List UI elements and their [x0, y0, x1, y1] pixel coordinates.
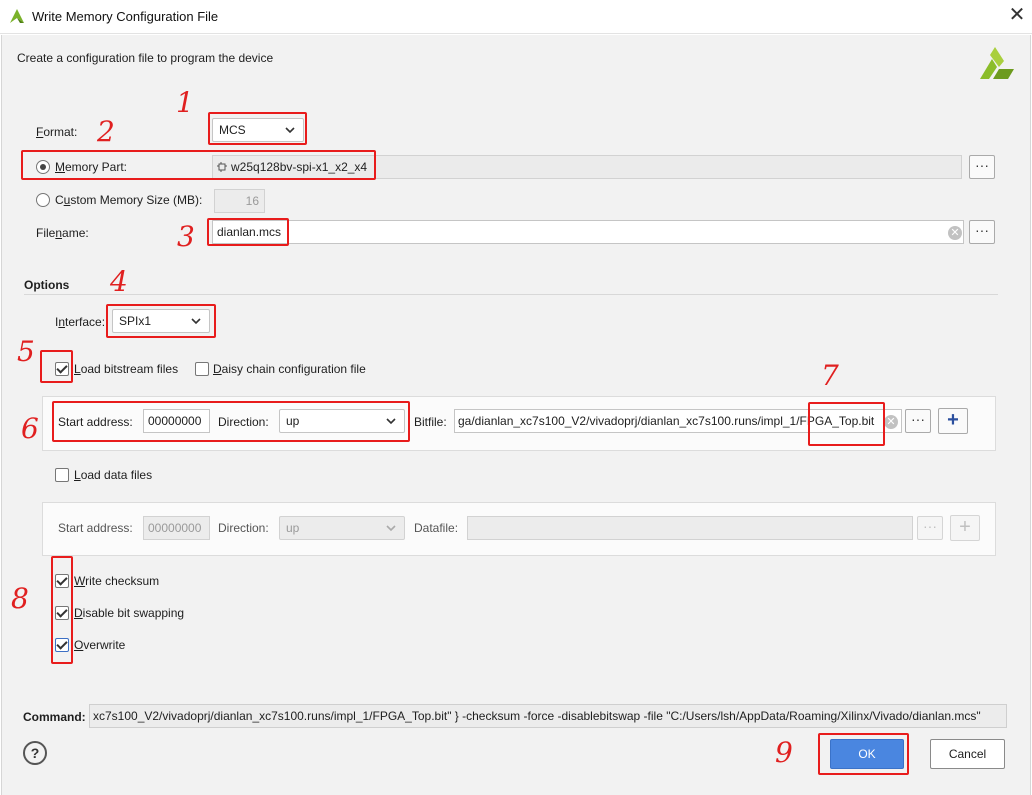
command-label: Command: [23, 710, 86, 724]
options-heading: Options [24, 278, 70, 292]
daisy-chain-checkbox[interactable] [195, 362, 209, 376]
load-data-label: Load data files [74, 468, 153, 482]
annotation-number-2: 2 [97, 115, 115, 148]
dialog-description: Create a configuration file to program t… [17, 51, 274, 65]
interface-label: Interface: [55, 315, 106, 329]
datafile-browse-button[interactable]: ··· [917, 516, 943, 540]
clear-filename-icon[interactable]: ✕ [948, 226, 962, 240]
annotation-number-6: 6 [21, 412, 39, 445]
annotation-number-1: 1 [176, 86, 194, 119]
window-close-button[interactable]: ✕ [1006, 4, 1028, 26]
bitfile-browse-button[interactable]: ··· [905, 409, 931, 433]
annotation-box-1 [208, 112, 307, 145]
annotation-box-2 [21, 150, 376, 180]
annotation-box-9 [818, 733, 909, 775]
data-direction-select[interactable]: up [279, 516, 405, 540]
memory-part-browse-button[interactable]: ··· [969, 155, 995, 179]
filename-browse-button[interactable]: ··· [969, 220, 995, 244]
annotation-number-9: 9 [775, 736, 793, 769]
data-direction-value: up [286, 521, 300, 535]
data-direction-label: Direction: [218, 521, 269, 535]
custom-memory-label: Custom Memory Size (MB): [55, 193, 203, 207]
bitfile-label: Bitfile: [414, 415, 447, 429]
annotation-box-5 [40, 350, 73, 383]
help-button[interactable]: ? [23, 741, 47, 765]
annotation-number-5: 5 [17, 335, 35, 368]
command-value: xc7s100_V2/vivadoprj/dianlan_xc7s100.run… [93, 709, 981, 723]
annotation-number-7: 7 [821, 359, 839, 392]
datafile-input[interactable] [467, 516, 913, 540]
overwrite-label: Overwrite [74, 638, 126, 652]
annotation-box-8 [51, 556, 73, 664]
annotation-number-8: 8 [11, 582, 29, 615]
title-bar: Write Memory Configuration File ✕ [0, 0, 1032, 34]
format-label: Format: [36, 125, 78, 139]
add-datafile-button[interactable]: + [950, 515, 980, 541]
annotation-number-3: 3 [177, 220, 195, 253]
add-bitfile-button[interactable]: + [938, 408, 968, 434]
window-title: Write Memory Configuration File [32, 9, 219, 24]
load-data-checkbox[interactable] [55, 468, 69, 482]
cancel-button[interactable]: Cancel [930, 739, 1005, 769]
chevron-down-icon [386, 525, 396, 532]
options-divider [24, 294, 998, 295]
custom-memory-radio[interactable] [36, 193, 50, 207]
annotation-box-3 [207, 218, 289, 246]
command-field: xc7s100_V2/vivadoprj/dianlan_xc7s100.run… [89, 704, 1007, 728]
filename-label: Filename: [36, 226, 89, 240]
datafile-label: Datafile: [414, 521, 459, 535]
disable-bit-swapping-label: Disable bit swapping [74, 606, 185, 620]
data-start-address-input[interactable]: 00000000 [143, 516, 210, 540]
filename-input[interactable]: dianlan.mcs [212, 220, 964, 244]
custom-memory-field[interactable]: 16 [214, 189, 265, 213]
data-start-address-label: Start address: [58, 521, 133, 535]
daisy-chain-label: Daisy chain configuration file [213, 362, 366, 376]
annotation-box-6 [52, 401, 410, 442]
clear-bitfile-icon[interactable]: ✕ [884, 415, 898, 429]
annotation-number-4: 4 [110, 265, 128, 298]
load-bitstream-label: Load bitstream files [74, 362, 179, 376]
vivado-logo-icon [10, 9, 24, 23]
write-checksum-label: Write checksum [74, 574, 160, 588]
annotation-box-7 [808, 402, 885, 446]
annotation-box-4 [106, 304, 216, 338]
xilinx-logo-icon [980, 47, 1014, 79]
